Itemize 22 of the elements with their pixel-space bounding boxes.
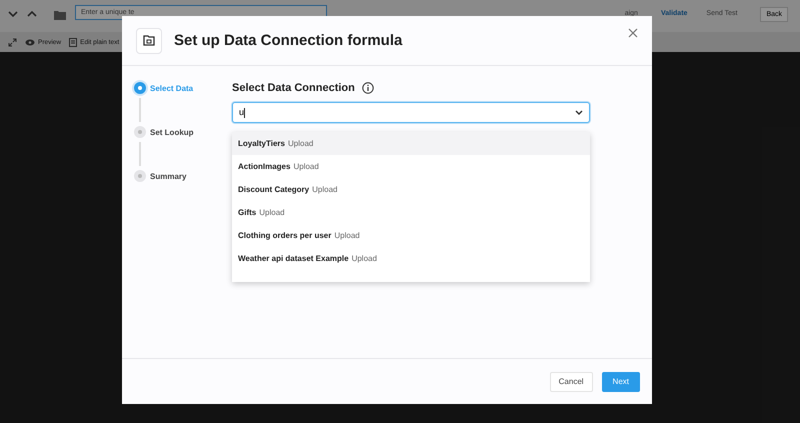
section-title: Select Data Connection xyxy=(232,82,355,94)
info-icon[interactable] xyxy=(362,82,374,94)
dropdown-option[interactable]: LoyaltyTiers Upload xyxy=(232,132,590,155)
dropdown-option[interactable]: ActionImages Upload xyxy=(232,155,590,178)
dropdown-option[interactable]: Weather api dataset Example Upload xyxy=(232,247,590,270)
step-label[interactable]: Summary xyxy=(150,172,186,180)
dropdown-option[interactable]: Discount Category Upload xyxy=(232,178,590,201)
cancel-button[interactable]: Cancel xyxy=(550,372,593,392)
close-icon[interactable] xyxy=(628,28,638,38)
data-folder-icon xyxy=(136,28,162,54)
step-label[interactable]: Set Lookup xyxy=(150,128,194,136)
dialog-title: Set up Data Connection formula xyxy=(174,32,402,49)
data-connection-field[interactable]: u xyxy=(232,102,590,123)
expand-icon[interactable] xyxy=(8,38,17,46)
caret-icon[interactable] xyxy=(575,110,583,115)
dropdown-option[interactable]: Clothing orders per user Upload xyxy=(232,224,590,247)
eye-icon xyxy=(25,38,35,46)
dropdown-option[interactable]: Gifts Upload xyxy=(232,201,590,224)
chevron-up-icon[interactable] xyxy=(27,10,37,18)
folder-icon[interactable] xyxy=(54,10,66,20)
chevron-down-icon[interactable] xyxy=(8,10,18,18)
document-icon xyxy=(69,38,78,46)
